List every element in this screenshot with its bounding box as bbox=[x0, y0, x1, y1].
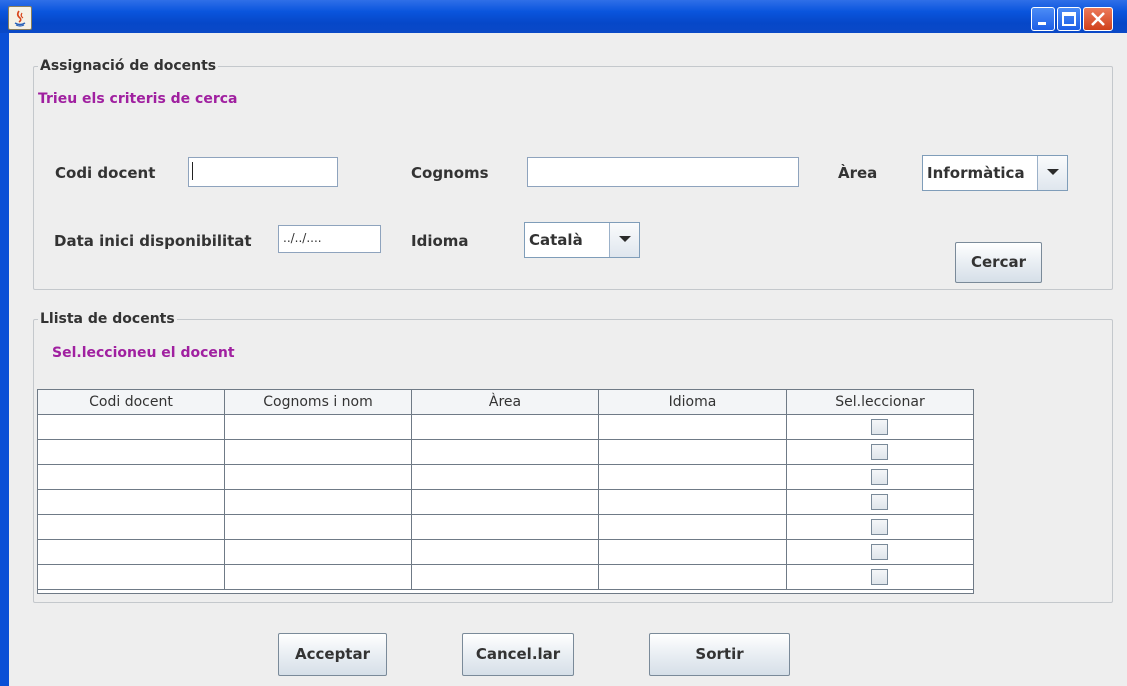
area-label: Àrea bbox=[838, 164, 878, 182]
table-row[interactable] bbox=[38, 465, 973, 490]
table-cell bbox=[599, 465, 787, 489]
window-frame bbox=[0, 33, 9, 686]
list-group-title: Llista de docents bbox=[40, 311, 175, 327]
table-cell bbox=[38, 440, 225, 464]
table-cell bbox=[599, 490, 787, 514]
chevron-down-icon bbox=[1046, 169, 1059, 175]
select-checkbox[interactable] bbox=[871, 569, 888, 585]
table-cell bbox=[599, 565, 787, 589]
minimize-icon bbox=[1038, 22, 1046, 25]
docents-table: Codi docent Cognoms i nom Àrea Idioma Se… bbox=[37, 389, 974, 594]
search-button[interactable]: Cercar bbox=[955, 242, 1042, 283]
table-cell bbox=[38, 415, 225, 439]
maximize-button[interactable] bbox=[1057, 7, 1081, 31]
table-row[interactable] bbox=[38, 415, 973, 440]
select-checkbox[interactable] bbox=[871, 419, 888, 435]
idioma-select[interactable]: Català bbox=[524, 222, 640, 258]
idioma-selected-value: Català bbox=[529, 231, 583, 249]
table-cell bbox=[787, 440, 973, 464]
table-cell bbox=[599, 440, 787, 464]
java-icon[interactable] bbox=[8, 6, 32, 30]
table-cell bbox=[225, 490, 412, 514]
select-checkbox[interactable] bbox=[871, 519, 888, 535]
data-inici-label: Data inici disponibilitat bbox=[54, 232, 252, 250]
table-cell bbox=[225, 465, 412, 489]
column-header-seleccionar[interactable]: Sel.leccionar bbox=[787, 390, 973, 414]
idioma-dropdown-button[interactable] bbox=[609, 223, 639, 257]
column-header-cognoms[interactable]: Cognoms i nom bbox=[225, 390, 412, 414]
search-group-title: Assignació de docents bbox=[40, 58, 217, 74]
table-cell bbox=[38, 465, 225, 489]
table-cell bbox=[787, 465, 973, 489]
column-header-area[interactable]: Àrea bbox=[412, 390, 599, 414]
select-checkbox[interactable] bbox=[871, 494, 888, 510]
table-cell bbox=[38, 540, 225, 564]
minimize-button[interactable] bbox=[1031, 7, 1055, 31]
select-checkbox[interactable] bbox=[871, 469, 888, 485]
area-dropdown-button[interactable] bbox=[1037, 156, 1067, 190]
table-header: Codi docent Cognoms i nom Àrea Idioma Se… bbox=[38, 390, 973, 415]
table-cell bbox=[599, 515, 787, 539]
select-checkbox[interactable] bbox=[871, 444, 888, 460]
table-cell bbox=[38, 565, 225, 589]
table-cell bbox=[412, 515, 599, 539]
table-cell bbox=[412, 440, 599, 464]
table-row[interactable] bbox=[38, 490, 973, 515]
table-cell bbox=[787, 565, 973, 589]
data-inici-input[interactable]: ../../.... bbox=[278, 225, 381, 253]
table-row[interactable] bbox=[38, 440, 973, 465]
table-row[interactable] bbox=[38, 515, 973, 540]
table-cell bbox=[787, 415, 973, 439]
table-cell bbox=[787, 490, 973, 514]
text-caret bbox=[192, 162, 193, 180]
table-cell bbox=[412, 540, 599, 564]
idioma-label: Idioma bbox=[411, 232, 469, 250]
chevron-down-icon bbox=[618, 236, 631, 242]
codi-docent-input[interactable] bbox=[188, 157, 338, 187]
search-hint: Trieu els criteris de cerca bbox=[38, 91, 238, 107]
table-row[interactable] bbox=[38, 540, 973, 565]
list-hint: Sel.leccioneu el docent bbox=[52, 345, 235, 361]
table-cell bbox=[787, 540, 973, 564]
table-cell bbox=[225, 440, 412, 464]
codi-docent-label: Codi docent bbox=[55, 164, 156, 182]
close-button[interactable] bbox=[1083, 7, 1113, 31]
table-cell bbox=[412, 565, 599, 589]
cognoms-input[interactable] bbox=[527, 157, 799, 187]
cancel-button[interactable]: Cancel.lar bbox=[462, 633, 574, 676]
select-checkbox[interactable] bbox=[871, 544, 888, 560]
title-bar bbox=[0, 0, 1127, 33]
column-header-codi[interactable]: Codi docent bbox=[38, 390, 225, 414]
close-icon bbox=[1091, 12, 1105, 26]
table-cell bbox=[599, 415, 787, 439]
table-cell bbox=[225, 415, 412, 439]
table-cell bbox=[412, 465, 599, 489]
column-header-idioma[interactable]: Idioma bbox=[599, 390, 787, 414]
table-cell bbox=[225, 515, 412, 539]
table-cell bbox=[38, 490, 225, 514]
table-cell bbox=[225, 565, 412, 589]
table-cell bbox=[412, 415, 599, 439]
data-inici-value: ../../.... bbox=[283, 231, 322, 245]
cognoms-label: Cognoms bbox=[411, 164, 489, 182]
table-row[interactable] bbox=[38, 565, 973, 590]
table-cell bbox=[787, 515, 973, 539]
table-cell bbox=[225, 540, 412, 564]
table-cell bbox=[412, 490, 599, 514]
table-cell bbox=[599, 540, 787, 564]
maximize-icon bbox=[1062, 12, 1076, 26]
area-selected-value: Informàtica bbox=[927, 164, 1025, 182]
table-cell bbox=[38, 515, 225, 539]
exit-button[interactable]: Sortir bbox=[649, 633, 790, 676]
area-select[interactable]: Informàtica bbox=[922, 155, 1068, 191]
accept-button[interactable]: Acceptar bbox=[278, 633, 387, 676]
